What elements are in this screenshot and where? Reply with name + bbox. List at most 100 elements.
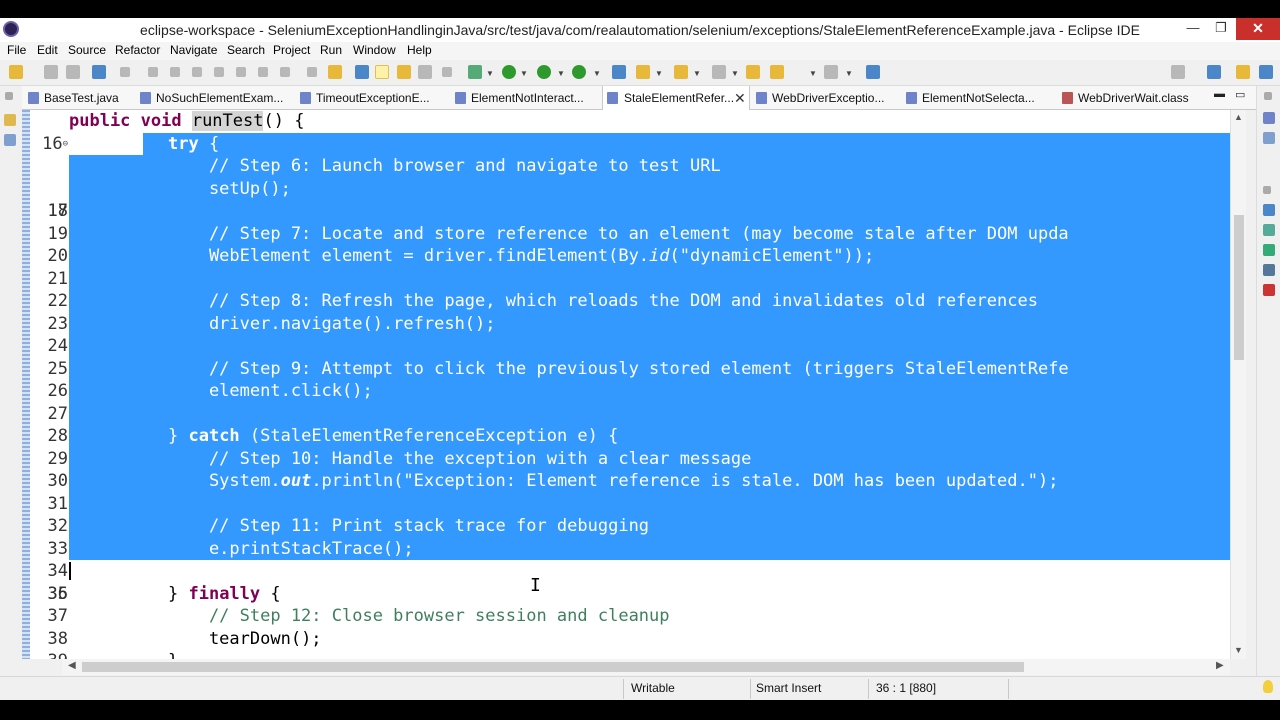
external-tools-icon[interactable] — [572, 65, 586, 79]
next-annotation-dropdown-icon[interactable]: ▼ — [693, 69, 701, 78]
restore-icon[interactable] — [5, 92, 13, 100]
right-trim-bar — [1256, 86, 1280, 676]
maximize-editor-icon[interactable]: ▭ — [1235, 88, 1245, 101]
suspend-icon[interactable] — [170, 67, 180, 77]
tab-basetest[interactable]: BaseTest.java — [28, 86, 138, 110]
menu-navigate[interactable]: Navigate — [170, 43, 217, 57]
junit-icon[interactable] — [1263, 284, 1275, 296]
terminate-icon[interactable] — [192, 67, 202, 77]
save-all-icon[interactable] — [66, 65, 80, 79]
vertical-scroll-thumb[interactable] — [1234, 215, 1244, 360]
code-line: 17 try { — [22, 132, 1246, 221]
terminal-icon[interactable] — [92, 65, 106, 79]
scroll-down-icon[interactable]: ▼ — [1234, 645, 1243, 655]
code-editor[interactable]: 16⊖ public void runTest() { 17 try { 18 … — [22, 110, 1246, 659]
close-window-button[interactable]: ✕ — [1236, 18, 1280, 40]
outline-icon[interactable] — [4, 134, 16, 146]
close-tab-icon[interactable]: ✕ — [734, 86, 746, 110]
restore-icon[interactable] — [1263, 186, 1271, 194]
coverage-icon[interactable] — [537, 65, 551, 79]
search-icon[interactable] — [1171, 65, 1185, 79]
vertical-scrollbar[interactable]: ▲ ▼ — [1230, 110, 1246, 659]
open-type-icon[interactable] — [355, 65, 369, 79]
tab-label: BaseTest.java — [44, 91, 119, 105]
outline-icon[interactable] — [1263, 132, 1275, 144]
new-package-icon[interactable] — [636, 65, 650, 79]
menu-run[interactable]: Run — [320, 43, 342, 57]
pin-editor-icon[interactable] — [866, 65, 880, 79]
forward-dropdown-icon[interactable]: ▼ — [845, 69, 853, 78]
horizontal-scrollbar[interactable]: ◀ ▶ — [62, 659, 1230, 675]
declaration-icon[interactable] — [1263, 244, 1275, 256]
package-explorer-icon[interactable] — [4, 114, 16, 126]
tab-webdriverexception[interactable]: WebDriverExceptio... — [756, 86, 902, 110]
minimize-window-button[interactable]: — — [1180, 18, 1206, 40]
tab-nosuchelement[interactable]: NoSuchElementExam... — [140, 86, 298, 110]
run-dropdown-icon[interactable]: ▼ — [520, 69, 528, 78]
menu-edit[interactable]: Edit — [37, 43, 58, 57]
save-icon[interactable] — [44, 65, 58, 79]
java-ee-perspective-icon[interactable] — [1236, 65, 1250, 79]
new-java-project-icon[interactable] — [612, 65, 626, 79]
previous-annotation-dropdown-icon[interactable]: ▼ — [731, 69, 739, 78]
back-icon[interactable] — [770, 65, 784, 79]
menu-source[interactable]: Source — [68, 43, 106, 57]
open-perspective-icon[interactable] — [1207, 65, 1221, 79]
step-return-icon[interactable] — [280, 67, 290, 77]
restore-window-button[interactable]: ❐ — [1207, 18, 1235, 40]
tab-label: NoSuchElementExam... — [156, 91, 284, 105]
task-list-icon[interactable] — [1263, 112, 1275, 124]
run-icon[interactable] — [502, 65, 516, 79]
back-dropdown-icon[interactable]: ▼ — [809, 69, 817, 78]
menu-search[interactable]: Search — [227, 43, 265, 57]
menu-bar: File Edit Source Refactor Navigate Searc… — [0, 42, 1280, 60]
new-file-icon[interactable] — [9, 65, 23, 79]
menu-window[interactable]: Window — [353, 43, 396, 57]
tab-elementnotselectable[interactable]: ElementNotSelecta... — [906, 86, 1056, 110]
javadoc-icon[interactable] — [1263, 224, 1275, 236]
show-whitespace-icon[interactable] — [442, 67, 452, 77]
scroll-right-icon[interactable]: ▶ — [1216, 660, 1224, 671]
tab-elementnotinteractable[interactable]: ElementNotInteract... — [455, 86, 605, 110]
insert-mode-status[interactable]: Smart Insert — [756, 681, 821, 695]
tab-timeoutexception[interactable]: TimeoutExceptionE... — [300, 86, 450, 110]
debug-icon[interactable] — [468, 65, 482, 79]
tab-webdriverwait[interactable]: WebDriverWait.class — [1062, 86, 1202, 110]
skip-breakpoints-icon[interactable] — [120, 67, 130, 77]
previous-annotation-icon[interactable] — [712, 65, 726, 79]
horizontal-scroll-thumb[interactable] — [82, 662, 1024, 672]
last-edit-location-icon[interactable] — [746, 65, 760, 79]
block-selection-icon[interactable] — [397, 65, 411, 79]
next-annotation-icon[interactable] — [674, 65, 688, 79]
minimize-editor-icon[interactable]: ▬ — [1214, 88, 1225, 100]
resume-icon[interactable] — [148, 67, 158, 77]
use-step-filters-icon[interactable] — [328, 65, 342, 79]
word-wrap-icon[interactable] — [418, 65, 432, 79]
step-into-icon[interactable] — [236, 67, 246, 77]
cursor-position-status[interactable]: 36 : 1 [880] — [876, 681, 936, 695]
problems-icon[interactable] — [1263, 204, 1275, 216]
debug-dropdown-icon[interactable]: ▼ — [486, 69, 494, 78]
menu-help[interactable]: Help — [407, 43, 432, 57]
restore-icon[interactable] — [1264, 92, 1272, 100]
disconnect-icon[interactable] — [214, 67, 224, 77]
tab-staleelementreference[interactable]: StaleElementRefer... ✕ — [602, 86, 750, 110]
menu-file[interactable]: File — [7, 43, 26, 57]
scroll-up-icon[interactable]: ▲ — [1234, 112, 1243, 122]
java-perspective-icon[interactable] — [1259, 65, 1273, 79]
console-icon[interactable] — [1263, 264, 1275, 276]
status-bar: Writable Smart Insert 36 : 1 [880] — [0, 676, 1280, 700]
scroll-left-icon[interactable]: ◀ — [68, 660, 76, 671]
mark-occurrences-icon[interactable] — [375, 65, 389, 79]
menu-refactor[interactable]: Refactor — [115, 43, 160, 57]
new-package-dropdown-icon[interactable]: ▼ — [655, 69, 663, 78]
step-over-icon[interactable] — [258, 67, 268, 77]
code-text: // Step 7: Locate and store reference to… — [168, 223, 1069, 244]
external-tools-dropdown-icon[interactable]: ▼ — [593, 69, 601, 78]
forward-icon[interactable] — [824, 65, 838, 79]
menu-project[interactable]: Project — [273, 43, 310, 57]
tip-lightbulb-icon[interactable] — [1263, 680, 1273, 693]
drop-to-frame-icon[interactable] — [307, 67, 317, 77]
code-text: tearDown(); — [168, 628, 322, 649]
coverage-dropdown-icon[interactable]: ▼ — [557, 69, 565, 78]
